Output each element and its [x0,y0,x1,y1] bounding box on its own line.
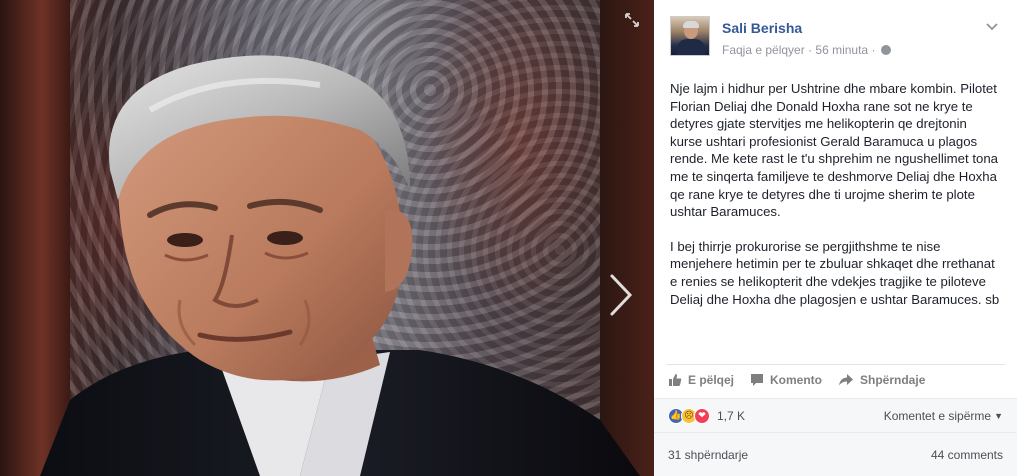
share-label: Shpërndaje [860,372,926,387]
page-type-label: Faqja e pëlqyer [722,43,805,57]
post-actions: E pëlqej Komento Shpërndaje [666,364,1005,394]
share-arrow-icon [839,373,854,385]
comment-label: Komento [770,372,823,387]
expand-icon[interactable] [622,12,642,32]
photo-portrait [40,55,640,476]
meta-separator: · [808,43,813,57]
like-button[interactable]: E pëlqej [668,368,734,392]
author-avatar[interactable] [670,16,710,56]
comment-sort-label: Komentet e sipërme [883,408,992,423]
next-photo-arrow-icon[interactable] [606,270,636,320]
photo-viewer[interactable] [0,0,654,476]
dropdown-caret-icon: ▼ [994,410,1003,421]
post-sidebar: Sali Berisha Faqja e pëlqyer · 56 minuta… [654,0,1017,476]
globe-icon [880,45,891,55]
post-paragraph: I bej thirrje prokurorise se pergjithshm… [670,238,1000,307]
thumbs-up-icon [669,373,682,386]
reaction-icons[interactable]: 👍 ☹ ❤ [668,407,710,424]
post-header: Sali Berisha Faqja e pëlqyer · 56 minuta… [654,0,1017,64]
comment-button[interactable]: Komento [750,368,822,392]
post-footer: 31 shpërndarje 44 comments [654,432,1017,476]
avatar-body-shape [677,39,705,55]
post-meta: Faqja e pëlqyer · 56 minuta · [722,43,891,57]
avatar-hair-shape [683,21,699,28]
reaction-count[interactable]: 1,7 K [717,409,745,423]
post-body: Nje lajm i hidhur per Ushtrine dhe mbare… [670,80,1000,325]
comment-icon [751,373,764,386]
chevron-down-icon[interactable] [985,20,999,34]
expand-arrows-graphic [625,13,639,27]
post-timestamp-link[interactable]: 56 minuta [815,43,868,57]
love-reaction-icon: ❤ [694,407,710,424]
comments-count-link[interactable]: 44 comments [931,448,1003,462]
chevron-right-graphic [610,274,633,316]
share-button[interactable]: Shpërndaje [838,368,925,392]
like-label: E pëlqej [688,372,735,387]
comment-sort-dropdown[interactable]: Komentet e sipërme ▼ [884,409,1003,423]
post-paragraph: Nje lajm i hidhur per Ushtrine dhe mbare… [670,81,998,220]
reactions-bar: 👍 ☹ ❤ 1,7 K Komentet e sipërme ▼ [654,398,1017,432]
shares-count-link[interactable]: 31 shpërndarje [668,448,748,462]
chevron-down-graphic [986,23,998,31]
meta-separator-2: · [871,43,876,57]
author-name-link[interactable]: Sali Berisha [722,20,802,36]
